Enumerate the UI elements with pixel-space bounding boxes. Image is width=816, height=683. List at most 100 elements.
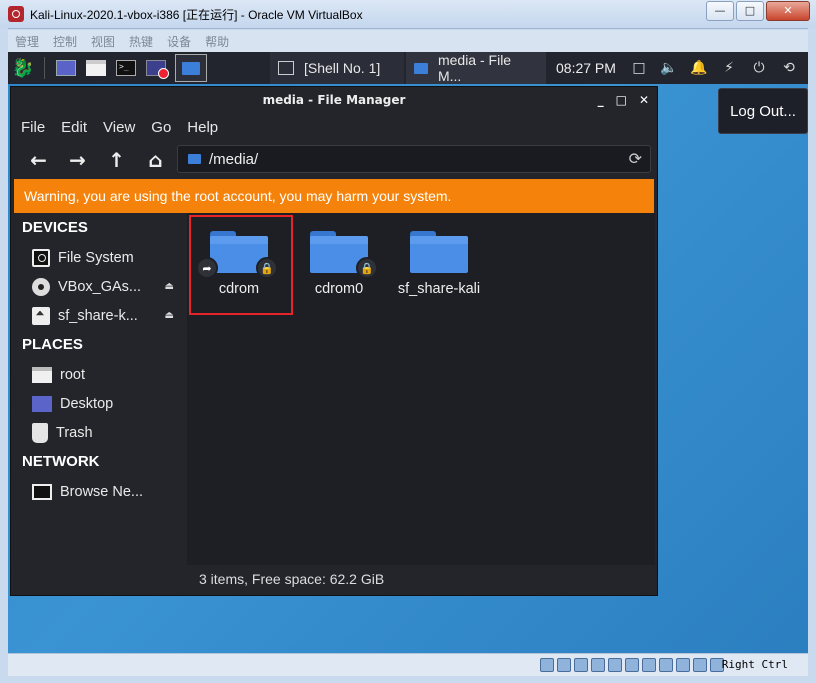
reload-icon[interactable]: ⟳: [629, 149, 642, 168]
file-item-cdrom0[interactable]: 🔒 cdrom0: [289, 231, 389, 297]
system-tray: □ 🔈 🔔 ⚡ ⏻ ⟲: [624, 52, 804, 84]
file-item-cdrom[interactable]: ➦ 🔒 cdrom: [189, 231, 289, 297]
sidebar-item-root[interactable]: root: [14, 360, 186, 389]
power-manager-icon[interactable]: ⚡: [714, 60, 744, 76]
folder-icon: 🔒: [310, 231, 378, 279]
sidebar-item-trash[interactable]: Trash: [14, 418, 186, 447]
back-arrow-icon[interactable]: ←: [19, 148, 58, 172]
host-key-label: Right Ctrl: [721, 658, 788, 671]
sidebar-item-desktop[interactable]: Desktop: [14, 389, 186, 418]
fm-minimize-button[interactable]: _: [598, 87, 604, 113]
up-arrow-icon[interactable]: ↑: [97, 148, 136, 172]
file-manager-statusbar: 3 items, Free space: 62.2 GiB: [187, 565, 655, 593]
file-view: ➦ 🔒 cdrom 🔒 cdrom0 sf_share-kali: [187, 213, 655, 565]
refresh-icon[interactable]: ⟲: [774, 60, 804, 76]
menu-go[interactable]: Go: [151, 119, 171, 136]
terminal-icon: [278, 61, 294, 75]
file-name: sf_share-kali: [397, 281, 481, 297]
top-panel: 🐉 >_ [Shell No. 1] media - File M... 08:…: [8, 52, 808, 84]
optical-status-icon[interactable]: [557, 658, 571, 672]
power-icon[interactable]: ⏻: [744, 60, 774, 76]
mouse-integration-status-icon[interactable]: [693, 658, 707, 672]
maximize-button[interactable]: □: [736, 1, 764, 21]
fm-close-button[interactable]: ✕: [639, 87, 649, 113]
vt-status-icon[interactable]: [676, 658, 690, 672]
video-capture-status-icon[interactable]: [659, 658, 673, 672]
taskbar-item-file-manager[interactable]: media - File M...: [406, 52, 546, 84]
sidebar-item-label: Trash: [56, 424, 93, 441]
guest-desktop: 🐉 >_ [Shell No. 1] media - File M... 08:…: [8, 52, 808, 653]
sidebar-item-sf-share[interactable]: sf_share-k... ⏏: [14, 301, 186, 330]
screen-recorder-launcher[interactable]: [143, 57, 169, 79]
close-button[interactable]: ✕: [766, 1, 810, 21]
file-manager-launcher[interactable]: [83, 57, 109, 79]
file-item-sf-share-kali[interactable]: sf_share-kali: [389, 231, 489, 297]
sidebar-item-label: sf_share-k...: [58, 307, 138, 324]
location-bar[interactable]: /media/ ⟳: [177, 145, 651, 173]
file-name: cdrom0: [314, 281, 364, 297]
terminal-launcher[interactable]: >_: [113, 57, 139, 79]
window-frame-left: [0, 28, 8, 683]
folder-icon: ➦ 🔒: [196, 231, 278, 279]
sidebar-header-places: PLACES: [22, 336, 83, 353]
panel-clock[interactable]: 08:27 PM: [556, 60, 616, 76]
removable-drive-icon: [32, 306, 50, 325]
kali-menu-icon[interactable]: 🐉: [8, 52, 38, 84]
minimize-button[interactable]: —: [706, 1, 734, 21]
lock-emblem-icon: 🔒: [356, 257, 378, 279]
fm-maximize-button[interactable]: □: [616, 87, 627, 113]
virtualbox-menubar: 管理 控制 视图 热键 设备 帮助: [8, 30, 808, 52]
sidebar-item-file-system[interactable]: File System: [14, 243, 186, 272]
trash-icon: [32, 422, 48, 443]
file-manager-window: media - File Manager _ □ ✕ File Edit Vie…: [10, 86, 658, 596]
forward-arrow-icon[interactable]: →: [58, 148, 97, 172]
home-folder-icon: [32, 366, 52, 383]
window-icon[interactable]: □: [624, 60, 654, 76]
logout-button[interactable]: Log Out...: [718, 88, 808, 134]
menu-control[interactable]: 控制: [53, 33, 77, 50]
home-icon[interactable]: ⌂: [136, 148, 175, 172]
hdd-status-icon[interactable]: [540, 658, 554, 672]
menu-view[interactable]: View: [103, 119, 135, 136]
workspace-window-icon: [182, 61, 200, 75]
show-desktop-launcher[interactable]: [53, 57, 79, 79]
eject-icon[interactable]: ⏏: [165, 281, 174, 292]
file-manager-toolbar: ← → ↑ ⌂ /media/ ⟳: [11, 141, 657, 179]
file-manager-menubar: File Edit View Go Help: [11, 113, 657, 141]
menu-devices[interactable]: 设备: [167, 33, 191, 50]
menu-view[interactable]: 视图: [91, 33, 115, 50]
panel-separator: [44, 57, 45, 79]
desktop-icon: [56, 60, 76, 76]
device-status-icons: [537, 658, 724, 672]
display-status-icon[interactable]: [642, 658, 656, 672]
terminal-icon: >_: [116, 60, 136, 76]
eject-icon[interactable]: ⏏: [165, 310, 174, 321]
sidebar-item-browse-network[interactable]: Browse Ne...: [14, 477, 186, 506]
menu-file[interactable]: File: [21, 119, 45, 136]
virtualbox-statusbar: Right Ctrl: [8, 653, 808, 676]
sidebar-header-devices: DEVICES: [22, 219, 88, 236]
shared-folder-status-icon[interactable]: [625, 658, 639, 672]
workspace-switcher[interactable]: [175, 54, 207, 82]
sidebar-item-vbox-gas[interactable]: VBox_GAs... ⏏: [14, 272, 186, 301]
menu-help[interactable]: 帮助: [205, 33, 229, 50]
menu-manage[interactable]: 管理: [15, 33, 39, 50]
lock-emblem-icon: 🔒: [256, 257, 278, 279]
audio-status-icon[interactable]: [574, 658, 588, 672]
network-status-icon[interactable]: [591, 658, 605, 672]
folder-icon: [414, 62, 428, 74]
location-path[interactable]: /media/: [209, 151, 258, 168]
menu-edit[interactable]: Edit: [61, 119, 87, 136]
usb-status-icon[interactable]: [608, 658, 622, 672]
files-icon: [86, 60, 106, 76]
sidebar-item-label: File System: [58, 249, 134, 266]
sidebar-item-label: Browse Ne...: [60, 483, 143, 500]
menu-help[interactable]: Help: [187, 119, 218, 136]
recorder-icon: [146, 60, 169, 79]
notifications-icon[interactable]: 🔔: [684, 60, 714, 76]
window-title: Kali-Linux-2020.1-vbox-i386 [正在运行] - Ora…: [30, 8, 363, 22]
menu-hotkeys[interactable]: 热键: [129, 33, 153, 50]
taskbar-item-shell[interactable]: [Shell No. 1]: [270, 52, 404, 84]
folder-icon: [410, 231, 468, 273]
volume-icon[interactable]: 🔈: [654, 60, 684, 76]
